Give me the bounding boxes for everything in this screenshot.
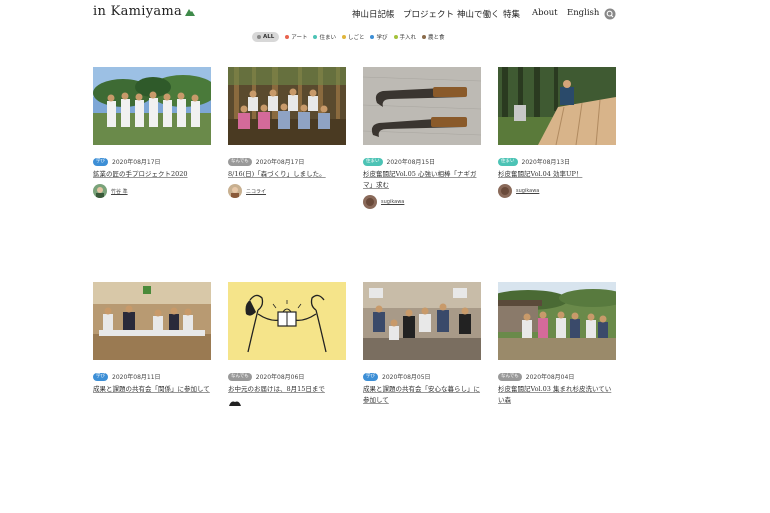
dot-icon — [422, 35, 427, 39]
filter-learn[interactable]: 学び — [370, 33, 388, 41]
search-icon[interactable] — [604, 8, 616, 20]
filter-work[interactable]: しごと — [341, 33, 365, 41]
article-card[interactable]: 学び 2020年08月17日 鉱業の匠の手プロジェクト2020 竹谷 準 — [93, 67, 211, 198]
avatar — [228, 184, 242, 198]
category-badge[interactable]: 学び — [93, 157, 108, 166]
category-badge[interactable]: 住まい — [498, 157, 518, 166]
filter-label: ALL — [263, 34, 275, 40]
article-thumbnail[interactable] — [93, 67, 211, 145]
article-card[interactable]: なんでも 2020年08月04日 杉皮奮闘記Vol.03 集まれ杉皮洗いていい森 — [498, 282, 616, 406]
logo-text: in Kamiyama — [93, 4, 183, 19]
nav-english[interactable]: English — [567, 8, 599, 18]
article-title[interactable]: 8/16(日)「森づくり」しました。 — [228, 169, 346, 180]
article-title[interactable]: 成果と課題の共有会「安心な暮らし」に参加して — [363, 384, 481, 406]
article-card[interactable]: 住まい 2020年08月15日 杉皮奮闘記Vol.05 心強い相棒「ナギガマ」求… — [363, 67, 481, 209]
filter-label: しごと — [347, 35, 365, 41]
category-badge[interactable]: なんでも — [498, 372, 522, 381]
filter-care[interactable]: 手入れ — [393, 33, 417, 41]
article-meta: なんでも 2020年08月04日 — [498, 372, 616, 381]
article-date: 2020年08月17日 — [255, 159, 305, 166]
article-date: 2020年08月06日 — [255, 374, 305, 381]
article-date: 2020年08月05日 — [382, 374, 431, 381]
article-title[interactable]: 鉱業の匠の手プロジェクト2020 — [93, 169, 211, 180]
article-date: 2020年08月17日 — [112, 159, 161, 166]
site-logo[interactable]: in Kamiyama — [93, 4, 196, 19]
dot-icon — [370, 35, 375, 39]
mountain-icon — [185, 8, 196, 16]
article-date: 2020年08月13日 — [521, 159, 571, 166]
article-author[interactable]: sugikawa — [498, 184, 616, 198]
filter-label: 学び — [376, 35, 388, 41]
filter-art[interactable]: アート — [285, 33, 307, 41]
author-name: ニコライ — [246, 188, 267, 195]
article-title[interactable]: 杉皮奮闘記Vol.03 集まれ杉皮洗いていい森 — [498, 384, 616, 406]
article-author[interactable]: sugikawa — [363, 195, 481, 209]
filter-living[interactable]: 住まい — [313, 33, 336, 41]
author-name: sugikawa — [516, 188, 540, 194]
nav-project[interactable]: プロジェクト — [403, 8, 454, 20]
article-card[interactable]: 住まい 2020年08月13日 杉皮奮闘記Vol.04 効率UP！ sugika… — [498, 67, 616, 198]
nav-about[interactable]: About — [532, 8, 558, 18]
article-meta: 学び 2020年08月05日 — [363, 372, 481, 381]
article-meta: なんでも 2020年08月06日 — [228, 372, 346, 381]
article-date: 2020年08月11日 — [112, 374, 161, 381]
category-badge[interactable]: なんでも — [228, 157, 252, 166]
article-thumbnail[interactable] — [228, 67, 346, 145]
category-filters: ALL アート 住まい しごと 学び 手入れ 農と食 — [252, 31, 451, 43]
article-thumbnail[interactable] — [363, 67, 481, 145]
avatar — [498, 184, 512, 198]
filter-label: 手入れ — [399, 35, 417, 41]
article-thumbnail[interactable] — [498, 67, 616, 145]
article-meta: 学び 2020年08月11日 — [93, 372, 211, 381]
dot-icon — [393, 35, 398, 39]
avatar — [93, 184, 107, 198]
article-meta: 住まい 2020年08月13日 — [498, 157, 616, 166]
filter-all[interactable]: ALL — [252, 32, 280, 42]
author-icon — [229, 401, 241, 406]
article-thumbnail[interactable] — [228, 282, 346, 360]
author-name: 竹谷 準 — [111, 188, 128, 195]
dot-icon — [257, 35, 261, 39]
article-meta: 住まい 2020年08月15日 — [363, 157, 481, 166]
article-thumbnail[interactable] — [93, 282, 211, 360]
nav-feature[interactable]: 特集 — [503, 8, 520, 20]
article-title[interactable]: 成果と課題の共有会「関係」に参加して — [93, 384, 211, 395]
article-card[interactable]: なんでも 2020年08月06日 お中元のお届けは、8月15日まで — [228, 282, 346, 407]
article-card[interactable]: 学び 2020年08月11日 成果と課題の共有会「関係」に参加して — [93, 282, 211, 395]
article-title[interactable]: お中元のお届けは、8月15日まで — [228, 384, 346, 395]
nav-diary[interactable]: 神山日記帳 — [352, 8, 395, 20]
article-meta: なんでも 2020年08月17日 — [228, 157, 346, 166]
dot-icon — [285, 35, 290, 39]
article-date: 2020年08月15日 — [386, 159, 436, 166]
filter-label: 農と食 — [428, 35, 445, 41]
article-card[interactable]: なんでも 2020年08月17日 8/16(日)「森づくり」しました。 ニコライ — [228, 67, 346, 198]
author-name: sugikawa — [381, 199, 405, 205]
category-badge[interactable]: 学び — [93, 372, 108, 381]
article-title[interactable]: 杉皮奮闘記Vol.05 心強い相棒「ナギガマ」求む — [363, 169, 481, 191]
article-author[interactable]: 竹谷 準 — [93, 184, 211, 198]
article-title[interactable]: 杉皮奮闘記Vol.04 効率UP！ — [498, 169, 616, 180]
filter-label: 住まい — [319, 35, 336, 41]
article-date: 2020年08月04日 — [525, 374, 575, 381]
dot-icon — [313, 35, 318, 39]
category-badge[interactable]: 学び — [363, 372, 378, 381]
nav-work[interactable]: 神山で働く — [457, 8, 500, 20]
article-meta: 学び 2020年08月17日 — [93, 157, 211, 166]
dot-icon — [341, 35, 346, 39]
article-thumbnail[interactable] — [498, 282, 616, 360]
category-badge[interactable]: なんでも — [228, 372, 252, 381]
article-author[interactable]: ニコライ — [228, 184, 346, 198]
category-badge[interactable]: 住まい — [363, 157, 383, 166]
article-card[interactable]: 学び 2020年08月05日 成果と課題の共有会「安心な暮らし」に参加して — [363, 282, 481, 406]
article-thumbnail[interactable] — [363, 282, 481, 360]
avatar — [363, 195, 377, 209]
filter-label: アート — [291, 35, 308, 41]
filter-food[interactable]: 農と食 — [422, 33, 445, 41]
